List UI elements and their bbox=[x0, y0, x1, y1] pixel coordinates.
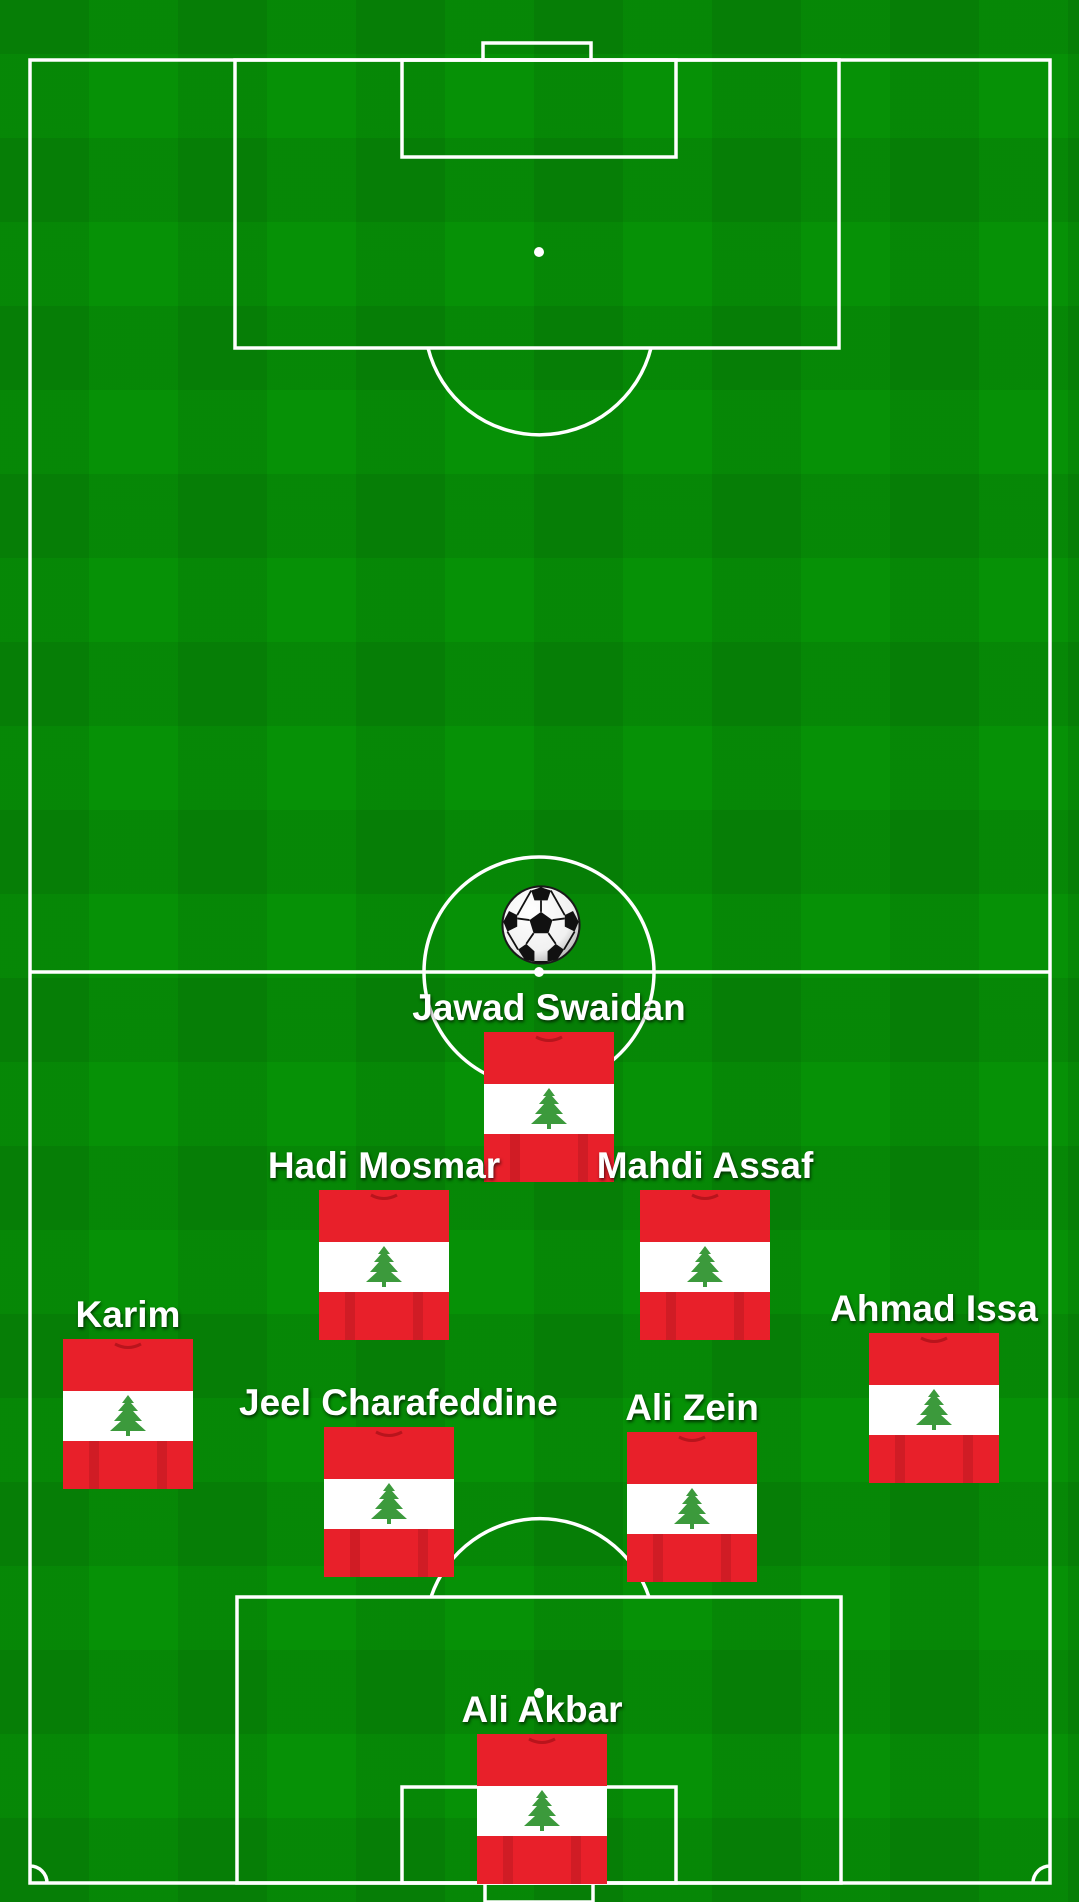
lebanon-jersey-icon[interactable] bbox=[627, 1432, 757, 1582]
player-name: Jeel Charafeddine bbox=[239, 1382, 558, 1423]
top-penalty-box bbox=[233, 58, 841, 350]
player-name: Jawad Swaidan bbox=[412, 987, 686, 1028]
player-card[interactable]: Hadi Mosmar bbox=[234, 1144, 534, 1334]
player-card[interactable]: Ali Akbar bbox=[392, 1688, 692, 1878]
top-goal-box bbox=[400, 58, 678, 159]
corner-arc-bottom-right bbox=[1031, 1864, 1051, 1884]
lebanon-jersey-icon[interactable] bbox=[63, 1339, 193, 1489]
lebanon-jersey-icon[interactable] bbox=[477, 1734, 607, 1884]
player-name: Ali Akbar bbox=[461, 1689, 623, 1730]
player-card[interactable]: Ali Zein bbox=[542, 1386, 842, 1576]
player-name: Hadi Mosmar bbox=[267, 1145, 501, 1186]
player-card[interactable]: Karim bbox=[0, 1293, 278, 1483]
top-penalty-arc bbox=[426, 347, 653, 437]
top-goal bbox=[481, 41, 593, 62]
lebanon-jersey-icon[interactable] bbox=[869, 1333, 999, 1483]
player-name: Mahdi Assaf bbox=[596, 1145, 814, 1186]
player-name: Ali Zein bbox=[625, 1387, 759, 1428]
lebanon-jersey-icon[interactable] bbox=[640, 1190, 770, 1340]
lebanon-jersey-icon[interactable] bbox=[319, 1190, 449, 1340]
player-card[interactable]: Jeel Charafeddine bbox=[239, 1381, 558, 1571]
corner-arc-bottom-left bbox=[29, 1864, 49, 1884]
football-pitch: Jawad Swaidan Hadi Mosmar Mahdi Assaf Ka… bbox=[0, 0, 1079, 1902]
lebanon-jersey-icon[interactable] bbox=[324, 1427, 454, 1577]
top-penalty-spot bbox=[534, 247, 544, 257]
center-spot bbox=[534, 967, 544, 977]
soccer-ball-icon bbox=[501, 885, 581, 965]
bottom-goal bbox=[483, 1881, 595, 1902]
player-name: Ahmad Issa bbox=[830, 1288, 1038, 1329]
player-name: Karim bbox=[75, 1294, 181, 1335]
